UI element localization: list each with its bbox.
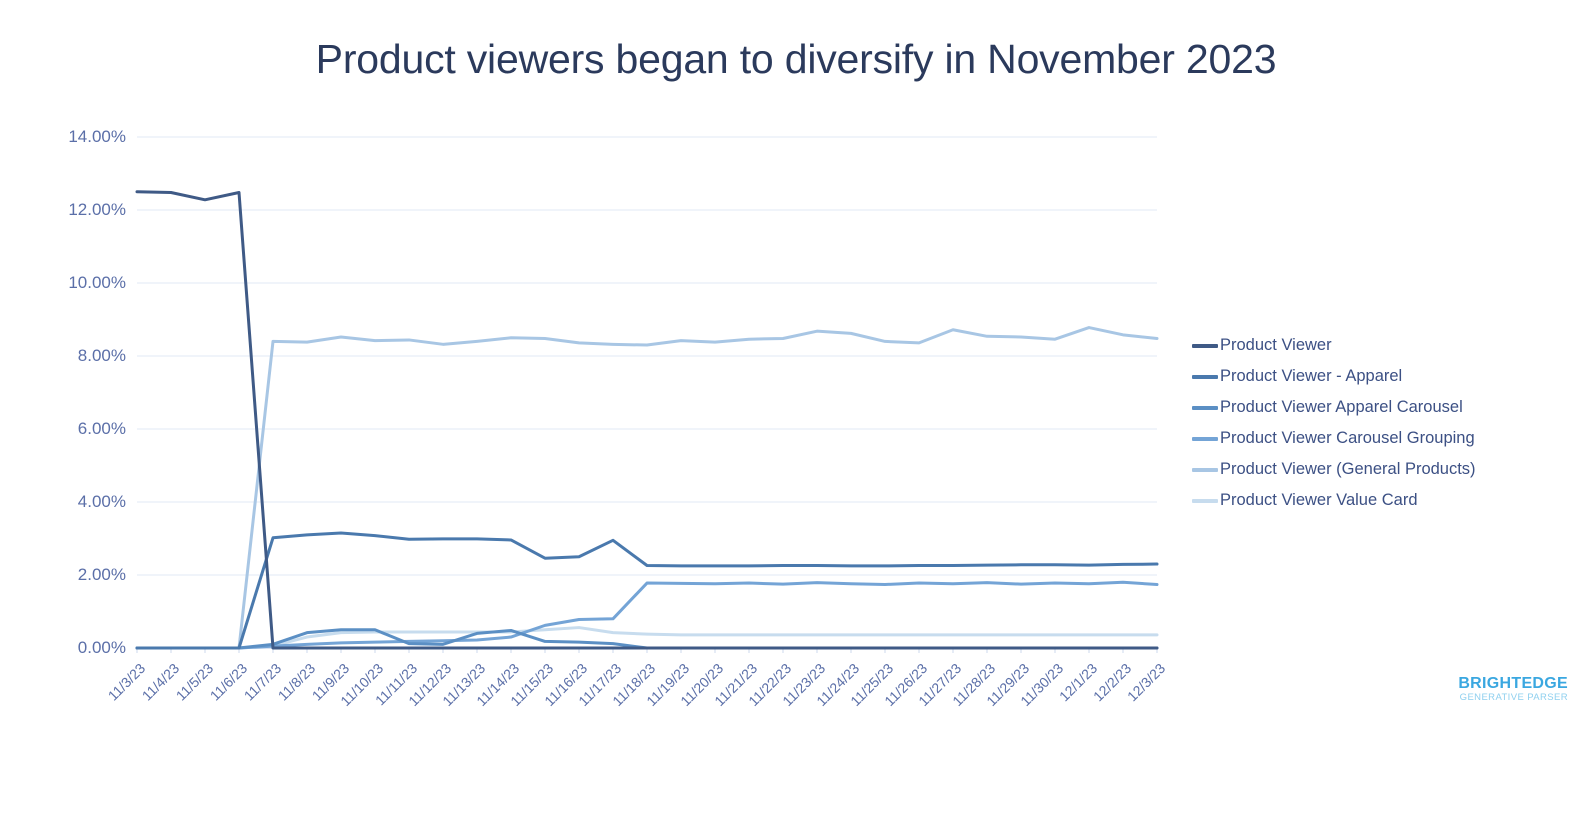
legend-item-label: Product Viewer Value Card <box>1220 491 1418 510</box>
chart-legend: Product Viewer Product Viewer - Apparel Pr… <box>1192 330 1532 516</box>
logo-wordmark: BRIGHTEDGE <box>1458 675 1568 692</box>
legend-color-swatch <box>1192 343 1218 348</box>
brightedge-logo: BRIGHTEDGE GENERATIVE PARSER <box>1408 675 1568 703</box>
legend-color-swatch <box>1192 374 1218 379</box>
legend-item-label: Product Viewer <box>1220 336 1332 355</box>
legend-item[interactable]: Product Viewer Value Card <box>1192 485 1532 516</box>
legend-item-label: Product Viewer Carousel Grouping <box>1220 429 1475 448</box>
legend-color-swatch <box>1192 436 1218 441</box>
legend-item[interactable]: Product Viewer <box>1192 330 1532 361</box>
legend-item[interactable]: Product Viewer (General Products) <box>1192 454 1532 485</box>
legend-color-swatch <box>1192 467 1218 472</box>
legend-item[interactable]: Product Viewer Apparel Carousel <box>1192 392 1532 423</box>
legend-item-label: Product Viewer - Apparel <box>1220 367 1403 386</box>
legend-color-swatch <box>1192 405 1218 410</box>
legend-item[interactable]: Product Viewer - Apparel <box>1192 361 1532 392</box>
legend-item-label: Product Viewer Apparel Carousel <box>1220 398 1463 417</box>
legend-item[interactable]: Product Viewer Carousel Grouping <box>1192 423 1532 454</box>
logo-tagline: GENERATIVE PARSER <box>1459 691 1568 703</box>
chart-canvas: Product viewers began to diversify in No… <box>0 0 1592 772</box>
legend-color-swatch <box>1192 498 1218 503</box>
legend-item-label: Product Viewer (General Products) <box>1220 460 1476 479</box>
